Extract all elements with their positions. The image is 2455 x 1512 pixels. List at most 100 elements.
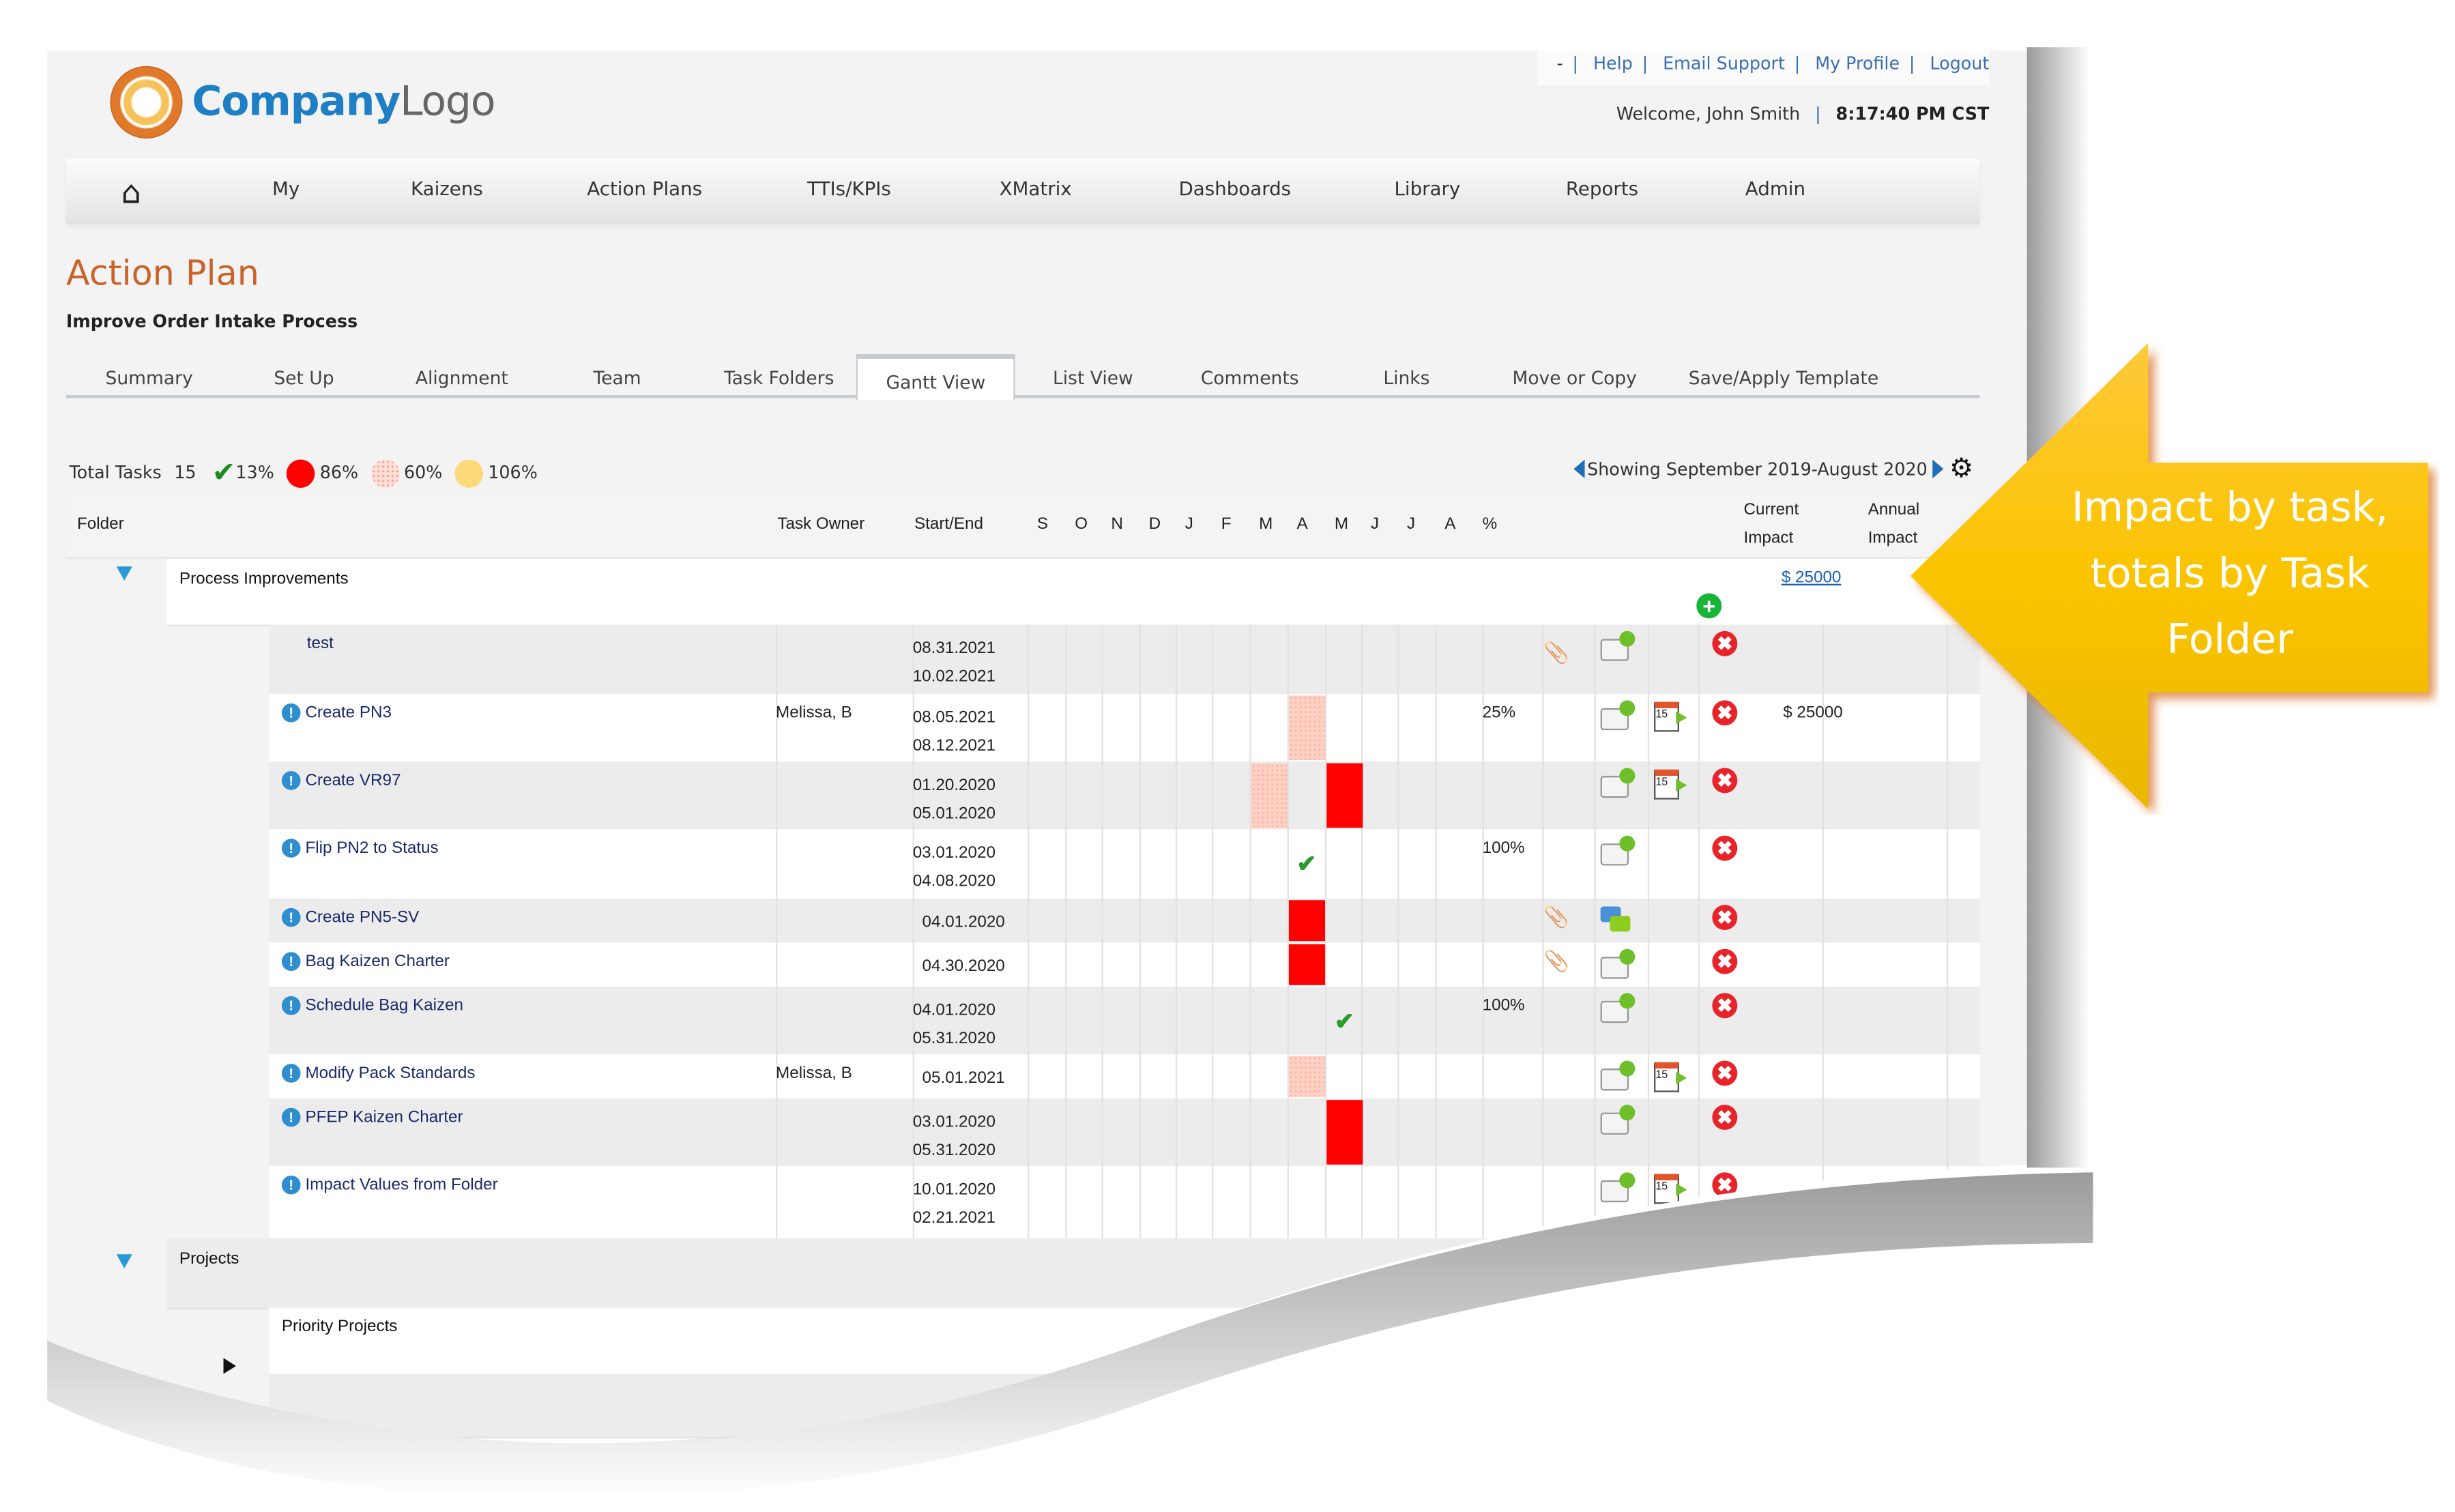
at-risk-dot-icon: [371, 459, 400, 487]
task-name-link[interactable]: ! Create VR97: [282, 771, 401, 790]
task-name-link[interactable]: ! Create PN3: [282, 703, 392, 723]
nav-admin[interactable]: Admin: [1745, 178, 1805, 200]
reschedule-calendar-icon[interactable]: 15: [1654, 1062, 1679, 1092]
add-comment-icon[interactable]: [1601, 776, 1629, 798]
tab-alignment[interactable]: Alignment: [416, 366, 508, 388]
my-profile-link[interactable]: My Profile: [1815, 50, 1900, 79]
tab-move-or-copy[interactable]: Move or Copy: [1512, 366, 1636, 388]
column-divider: [776, 943, 777, 987]
column-divider: [1028, 829, 1029, 898]
delete-task-icon[interactable]: ✖: [1712, 949, 1737, 974]
info-icon[interactable]: !: [282, 1108, 301, 1127]
prev-range-icon[interactable]: [1573, 459, 1584, 478]
info-icon[interactable]: !: [282, 839, 301, 858]
info-icon[interactable]: !: [282, 1176, 301, 1195]
add-comment-icon[interactable]: [1601, 843, 1629, 865]
info-icon[interactable]: !: [282, 952, 301, 971]
column-divider: [1065, 694, 1066, 761]
add-comment-icon[interactable]: [1601, 1180, 1629, 1202]
nav-dashboards[interactable]: Dashboards: [1178, 178, 1291, 200]
delete-task-icon[interactable]: ✖: [1712, 905, 1737, 930]
task-row: ! Impact Values from Folder 10.01.2020 02.2…: [269, 1166, 1979, 1240]
nav-reports[interactable]: Reports: [1566, 178, 1638, 200]
complete-check-icon: ✔: [1334, 1008, 1354, 1036]
company-logo[interactable]: CompanyLogo: [110, 66, 495, 139]
collapse-folder-icon[interactable]: [117, 1254, 132, 1268]
add-task-icon[interactable]: +: [1696, 594, 1722, 619]
nav-action-plans[interactable]: Action Plans: [587, 178, 702, 200]
delete-task-icon[interactable]: ✖: [1712, 631, 1737, 656]
delete-task-icon[interactable]: ✖: [1712, 1061, 1737, 1086]
info-icon[interactable]: !: [282, 771, 301, 790]
attachment-icon[interactable]: 📎: [1544, 905, 1569, 930]
nav-library[interactable]: Library: [1394, 178, 1460, 200]
task-name-link[interactable]: ! Impact Values from Folder: [282, 1176, 498, 1195]
reschedule-calendar-icon[interactable]: 15: [1654, 702, 1679, 732]
gantt-bar-late[interactable]: [1326, 764, 1362, 828]
task-name-link[interactable]: ! Create PN5-SV: [282, 908, 420, 927]
gantt-bar-at-risk[interactable]: [1251, 764, 1287, 828]
task-name-link[interactable]: ! Modify Pack Standards: [282, 1064, 476, 1083]
tab-set-up[interactable]: Set Up: [274, 366, 334, 388]
nav-xmatrix[interactable]: XMatrix: [1000, 178, 1072, 200]
gantt-bar-at-risk[interactable]: [1289, 695, 1324, 760]
column-divider: [1065, 829, 1066, 898]
nav-my[interactable]: My: [272, 178, 300, 200]
info-icon[interactable]: !: [282, 996, 301, 1015]
add-comment-icon[interactable]: [1601, 1068, 1629, 1090]
delete-task-icon[interactable]: ✖: [1712, 1172, 1737, 1197]
delete-task-icon[interactable]: ✖: [1712, 836, 1737, 861]
collapse-folder-icon[interactable]: [117, 566, 132, 581]
task-name-link[interactable]: test: [307, 634, 334, 653]
home-icon[interactable]: ⌂: [121, 173, 141, 211]
column-divider: [1648, 1166, 1649, 1238]
task-row: ! Schedule Bag Kaizen 04.01.2020 05.31.2020…: [269, 987, 1979, 1056]
add-comment-icon[interactable]: [1601, 639, 1629, 660]
reschedule-calendar-icon[interactable]: 15: [1654, 770, 1679, 800]
tab-links[interactable]: Links: [1383, 366, 1429, 388]
gantt-bar-late[interactable]: [1326, 1100, 1362, 1165]
help-link[interactable]: Help: [1593, 50, 1633, 79]
column-divider: [1139, 625, 1141, 694]
tab-task-folders[interactable]: Task Folders: [724, 366, 834, 388]
gantt-bar-late[interactable]: [1289, 944, 1324, 985]
nav-ttis-kpis[interactable]: TTIs/KPIs: [807, 178, 891, 200]
tab-gantt-view[interactable]: Gantt View: [856, 354, 1015, 400]
folder-current-impact-link[interactable]: $ 25000: [1782, 568, 1842, 587]
attachment-icon[interactable]: 📎: [1544, 949, 1569, 974]
info-icon[interactable]: !: [282, 908, 301, 927]
tab-save-apply-template[interactable]: Save/Apply Template: [1689, 366, 1878, 388]
delete-task-icon[interactable]: ✖: [1712, 700, 1737, 725]
add-comment-icon[interactable]: [1601, 957, 1629, 978]
delete-task-icon[interactable]: ✖: [1712, 993, 1737, 1018]
info-icon[interactable]: !: [282, 1064, 301, 1083]
task-name-link[interactable]: ! PFEP Kaizen Charter: [282, 1108, 463, 1127]
gantt-bar-late[interactable]: [1289, 900, 1324, 941]
task-name-link[interactable]: ! Flip PN2 to Status: [282, 839, 439, 858]
tab-list-view[interactable]: List View: [1053, 366, 1133, 388]
tab-team[interactable]: Team: [594, 366, 641, 388]
column-divider: [1176, 1054, 1177, 1099]
gantt-bar-at-risk[interactable]: [1289, 1056, 1324, 1097]
task-name-link[interactable]: ! Bag Kaizen Charter: [282, 952, 450, 971]
add-comment-icon[interactable]: [1601, 1001, 1629, 1023]
reschedule-calendar-icon[interactable]: 15: [1654, 1174, 1679, 1204]
email-support-link[interactable]: Email Support: [1663, 50, 1785, 79]
logout-link[interactable]: Logout: [1930, 50, 1989, 79]
column-divider: [1028, 943, 1029, 987]
expand-subfolder-icon[interactable]: [224, 1358, 236, 1373]
add-comment-icon[interactable]: [1601, 708, 1629, 730]
delete-task-icon[interactable]: ✖: [1712, 768, 1737, 794]
comments-icon[interactable]: [1601, 906, 1636, 935]
column-divider: [776, 987, 777, 1054]
info-icon[interactable]: !: [282, 703, 301, 723]
tab-summary[interactable]: Summary: [106, 366, 193, 388]
column-divider: [1483, 625, 1484, 694]
delete-task-icon[interactable]: ✖: [1712, 1105, 1737, 1130]
column-divider: [1249, 829, 1251, 898]
nav-kaizens[interactable]: Kaizens: [411, 178, 483, 200]
add-comment-icon[interactable]: [1601, 1113, 1629, 1135]
task-name-link[interactable]: ! Schedule Bag Kaizen: [282, 996, 463, 1015]
tab-comments[interactable]: Comments: [1201, 366, 1299, 388]
attachment-icon[interactable]: 📎: [1544, 641, 1569, 666]
